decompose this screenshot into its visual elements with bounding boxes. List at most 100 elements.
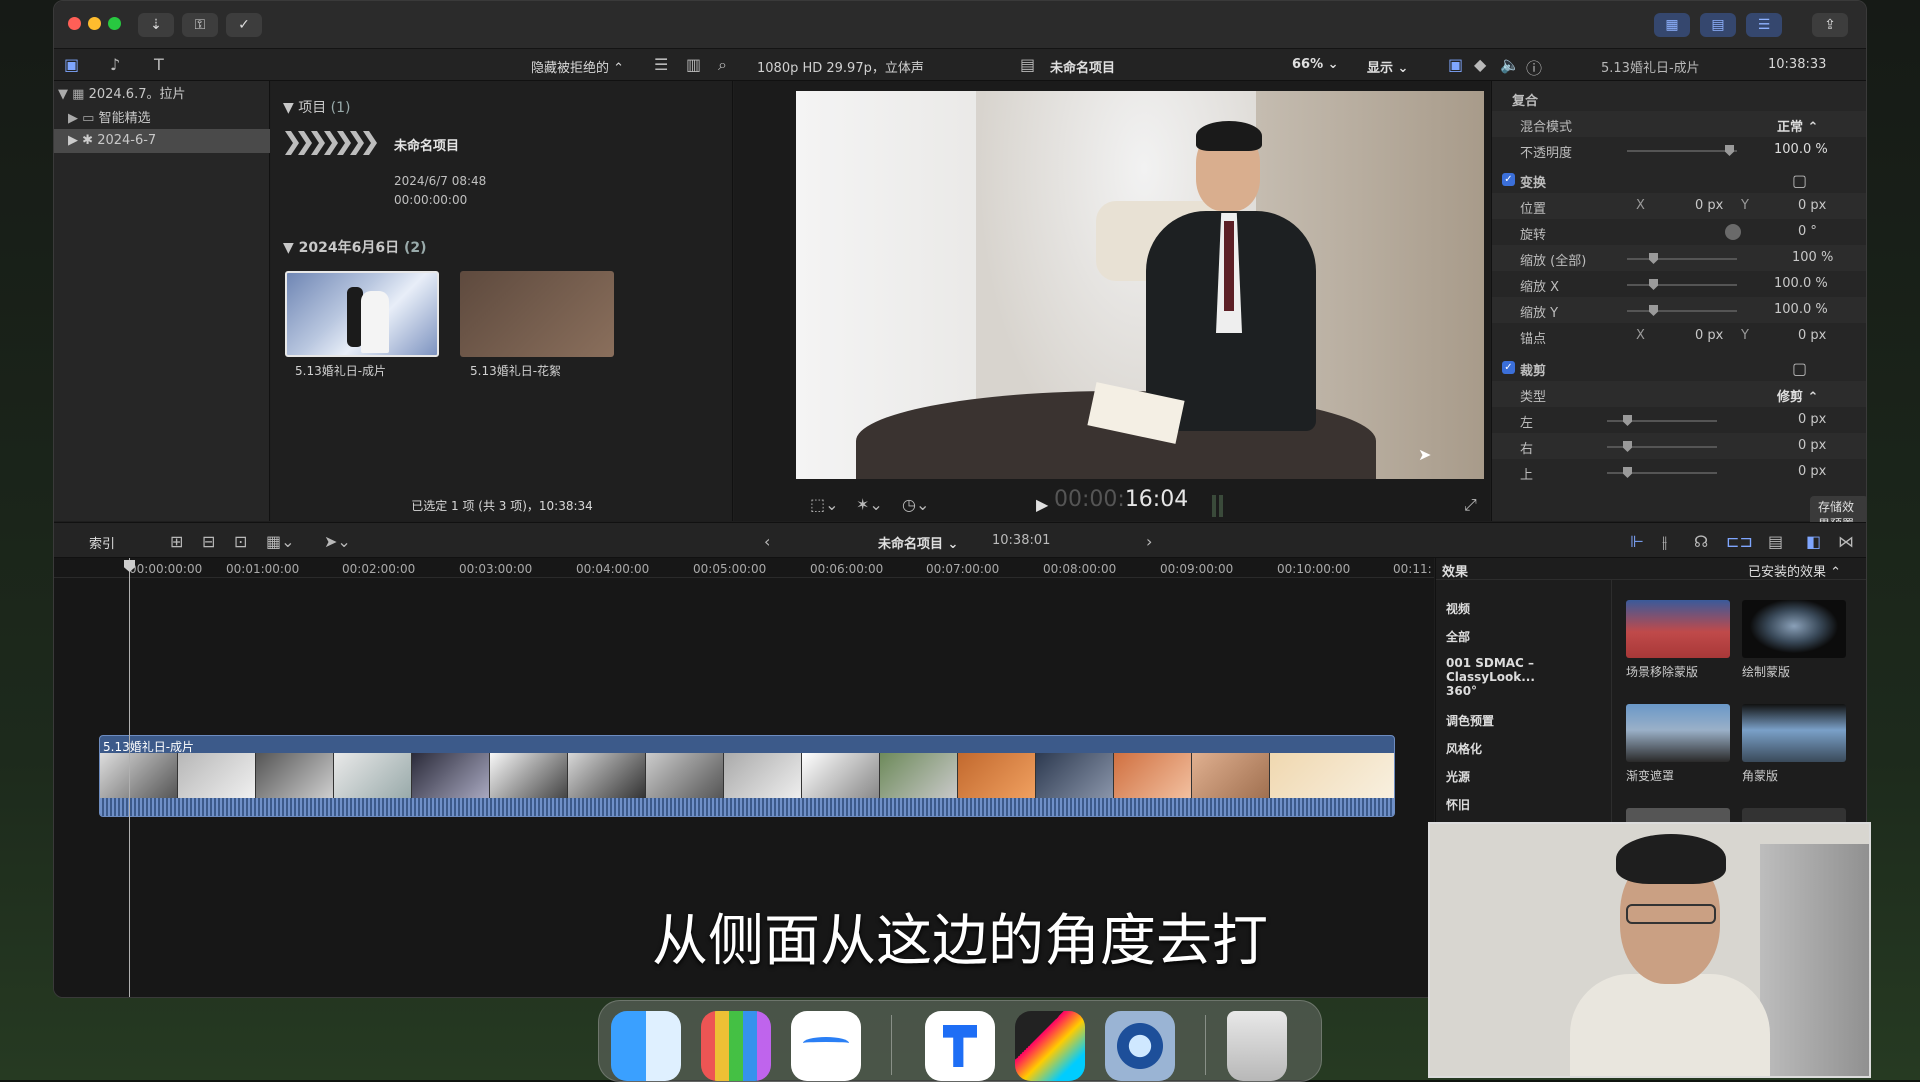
timeline-ruler[interactable]: 00:00:00:00 00:01:00:00 00:02:00:00 00:0…: [54, 558, 1434, 578]
display-dropdown[interactable]: 显示 ⌄: [1367, 57, 1408, 76]
final-cut-pro-icon[interactable]: [1015, 1011, 1085, 1081]
transitions-browser-icon[interactable]: ⋈: [1838, 532, 1854, 551]
opacity-value[interactable]: 100.0 %: [1774, 142, 1828, 157]
audio-inspector-icon[interactable]: 🔈: [1500, 55, 1520, 74]
back-nav-icon[interactable]: ‹: [764, 532, 770, 551]
scale-y-slider[interactable]: [1627, 310, 1737, 312]
crop-right-knob[interactable]: [1623, 441, 1632, 452]
category-stylize[interactable]: 风格化: [1446, 740, 1482, 757]
scale-x-value[interactable]: 100.0 %: [1774, 276, 1828, 291]
color-inspector-icon[interactable]: ◆: [1474, 55, 1486, 74]
scale-x-slider[interactable]: [1627, 284, 1737, 286]
filmstrip-view-icon[interactable]: ▥: [686, 55, 701, 74]
scale-all-knob[interactable]: [1649, 253, 1658, 264]
crop-onscreen-icon[interactable]: ▢: [1792, 359, 1807, 378]
category-retro[interactable]: 怀旧: [1446, 796, 1470, 813]
trash-icon[interactable]: [1227, 1011, 1287, 1081]
zoom-dropdown[interactable]: 66% ⌄: [1292, 57, 1339, 72]
projects-section-header[interactable]: ▼ 项目 (1): [283, 97, 351, 117]
timeline-project-dropdown[interactable]: 未命名项目 ⌄: [878, 533, 958, 552]
quicktime-icon[interactable]: [1105, 1011, 1175, 1081]
append-clip-icon[interactable]: ⊡: [234, 532, 247, 551]
effect-thumb-gradient-mask[interactable]: [1626, 704, 1730, 762]
zoom-window-button[interactable]: [108, 17, 121, 30]
filter-dropdown[interactable]: 隐藏被拒绝的 ⌃: [531, 57, 624, 76]
clip-thumbnail-final[interactable]: [285, 271, 439, 357]
libraries-icon[interactable]: ▣: [64, 55, 79, 74]
headphones-icon[interactable]: ☊: [1694, 532, 1708, 551]
rotation-dial[interactable]: [1725, 224, 1741, 240]
background-tasks-icon[interactable]: ✓: [226, 13, 262, 37]
finder-icon[interactable]: [611, 1011, 681, 1081]
transform-tool-icon[interactable]: ⬚⌄: [810, 495, 839, 514]
photos-audio-icon[interactable]: ♪: [110, 55, 120, 74]
close-window-button[interactable]: [68, 17, 81, 30]
keywords-key-icon[interactable]: ⚿: [182, 13, 218, 37]
play-icon[interactable]: ▶: [1036, 495, 1048, 514]
layout-timeline-icon[interactable]: ▤: [1700, 13, 1736, 37]
list-view-icon[interactable]: ☰: [654, 55, 668, 74]
skimming-icon[interactable]: ⊩: [1630, 532, 1644, 551]
titles-generators-icon[interactable]: T: [154, 55, 164, 74]
transform-onscreen-icon[interactable]: ▢: [1792, 171, 1807, 190]
fullscreen-icon[interactable]: ⤢: [1464, 495, 1477, 515]
category-color-presets[interactable]: 调色预置: [1446, 712, 1494, 729]
clip-appearance-icon[interactable]: ▤: [1768, 532, 1783, 551]
scale-x-knob[interactable]: [1649, 279, 1658, 290]
info-icon[interactable]: ⓘ: [1526, 55, 1542, 79]
viewer-frame[interactable]: ➤: [796, 91, 1484, 479]
import-icon[interactable]: ⇣: [138, 13, 174, 37]
launchpad-icon[interactable]: [701, 1011, 771, 1081]
timeline-clip[interactable]: 5.13婚礼日-成片: [99, 735, 1395, 817]
library-smart-collections[interactable]: ▶ ▭ 智能精选: [68, 107, 268, 127]
scale-y-knob[interactable]: [1649, 305, 1658, 316]
freeform-icon[interactable]: [791, 1011, 861, 1081]
share-icon[interactable]: ⇪: [1812, 13, 1848, 37]
scale-all-slider[interactable]: [1627, 258, 1737, 260]
effect-thumb-draw-mask[interactable]: [1742, 600, 1846, 658]
position-x-value[interactable]: 0 px: [1695, 198, 1723, 213]
effect-thumb-corner-mask[interactable]: [1742, 704, 1846, 762]
connect-clip-icon[interactable]: ⊞: [170, 532, 183, 551]
select-tool-icon[interactable]: ➤⌄: [324, 532, 351, 551]
library-event-selected[interactable]: ▶ ✱ 2024-6-7: [54, 129, 270, 153]
rotation-value[interactable]: 0 °: [1798, 224, 1817, 239]
layout-browser-icon[interactable]: ▦: [1654, 13, 1690, 37]
category-all[interactable]: 全部: [1446, 628, 1470, 645]
crop-checkbox[interactable]: ✓: [1502, 361, 1515, 374]
enhance-wand-icon[interactable]: ✶⌄: [856, 495, 883, 514]
category-360[interactable]: 360°: [1446, 684, 1477, 698]
position-y-value[interactable]: 0 px: [1798, 198, 1826, 213]
blend-mode-select[interactable]: 正常 ⌃: [1777, 116, 1818, 135]
category-video[interactable]: 视频: [1446, 600, 1470, 617]
project-thumbnail[interactable]: [285, 131, 381, 159]
crop-right-value[interactable]: 0 px: [1798, 438, 1826, 453]
scale-all-value[interactable]: 100 %: [1792, 250, 1833, 265]
effects-browser-icon[interactable]: ◧: [1806, 532, 1821, 551]
crop-left-knob[interactable]: [1623, 415, 1632, 426]
category-sdmac[interactable]: 001 SDMAC – ClassyLook...: [1446, 656, 1611, 684]
crop-left-value[interactable]: 0 px: [1798, 412, 1826, 427]
date-section-header[interactable]: ▼ 2024年6月6日 (2): [283, 237, 427, 257]
anchor-x-value[interactable]: 0 px: [1695, 328, 1723, 343]
installed-effects-dropdown[interactable]: 已安装的效果 ⌃: [1748, 561, 1841, 580]
minimize-window-button[interactable]: [88, 17, 101, 30]
opacity-slider-knob[interactable]: [1725, 145, 1734, 156]
clip-thumbnail-behind-scenes[interactable]: [460, 271, 614, 357]
crop-top-knob[interactable]: [1623, 467, 1632, 478]
layout-inspector-icon[interactable]: ☰: [1746, 13, 1782, 37]
snapping-icon[interactable]: ⊏⊐: [1726, 532, 1753, 551]
audio-skimming-icon[interactable]: ⫲: [1662, 532, 1667, 552]
anchor-y-value[interactable]: 0 px: [1798, 328, 1826, 343]
effect-thumb-scene-removal[interactable]: [1626, 600, 1730, 658]
forward-nav-icon[interactable]: ›: [1146, 532, 1152, 551]
retime-speed-icon[interactable]: ◷⌄: [902, 495, 929, 514]
crop-top-value[interactable]: 0 px: [1798, 464, 1826, 479]
crop-type-select[interactable]: 修剪 ⌃: [1777, 386, 1818, 405]
transform-checkbox[interactable]: ✓: [1502, 173, 1515, 186]
index-button[interactable]: 索引: [89, 533, 115, 552]
library-item[interactable]: ▼ ▦ 2024.6.7。拉片: [58, 83, 268, 103]
category-light[interactable]: 光源: [1446, 768, 1470, 785]
opacity-slider[interactable]: [1627, 150, 1737, 152]
lanxin-app-icon[interactable]: [925, 1011, 995, 1081]
